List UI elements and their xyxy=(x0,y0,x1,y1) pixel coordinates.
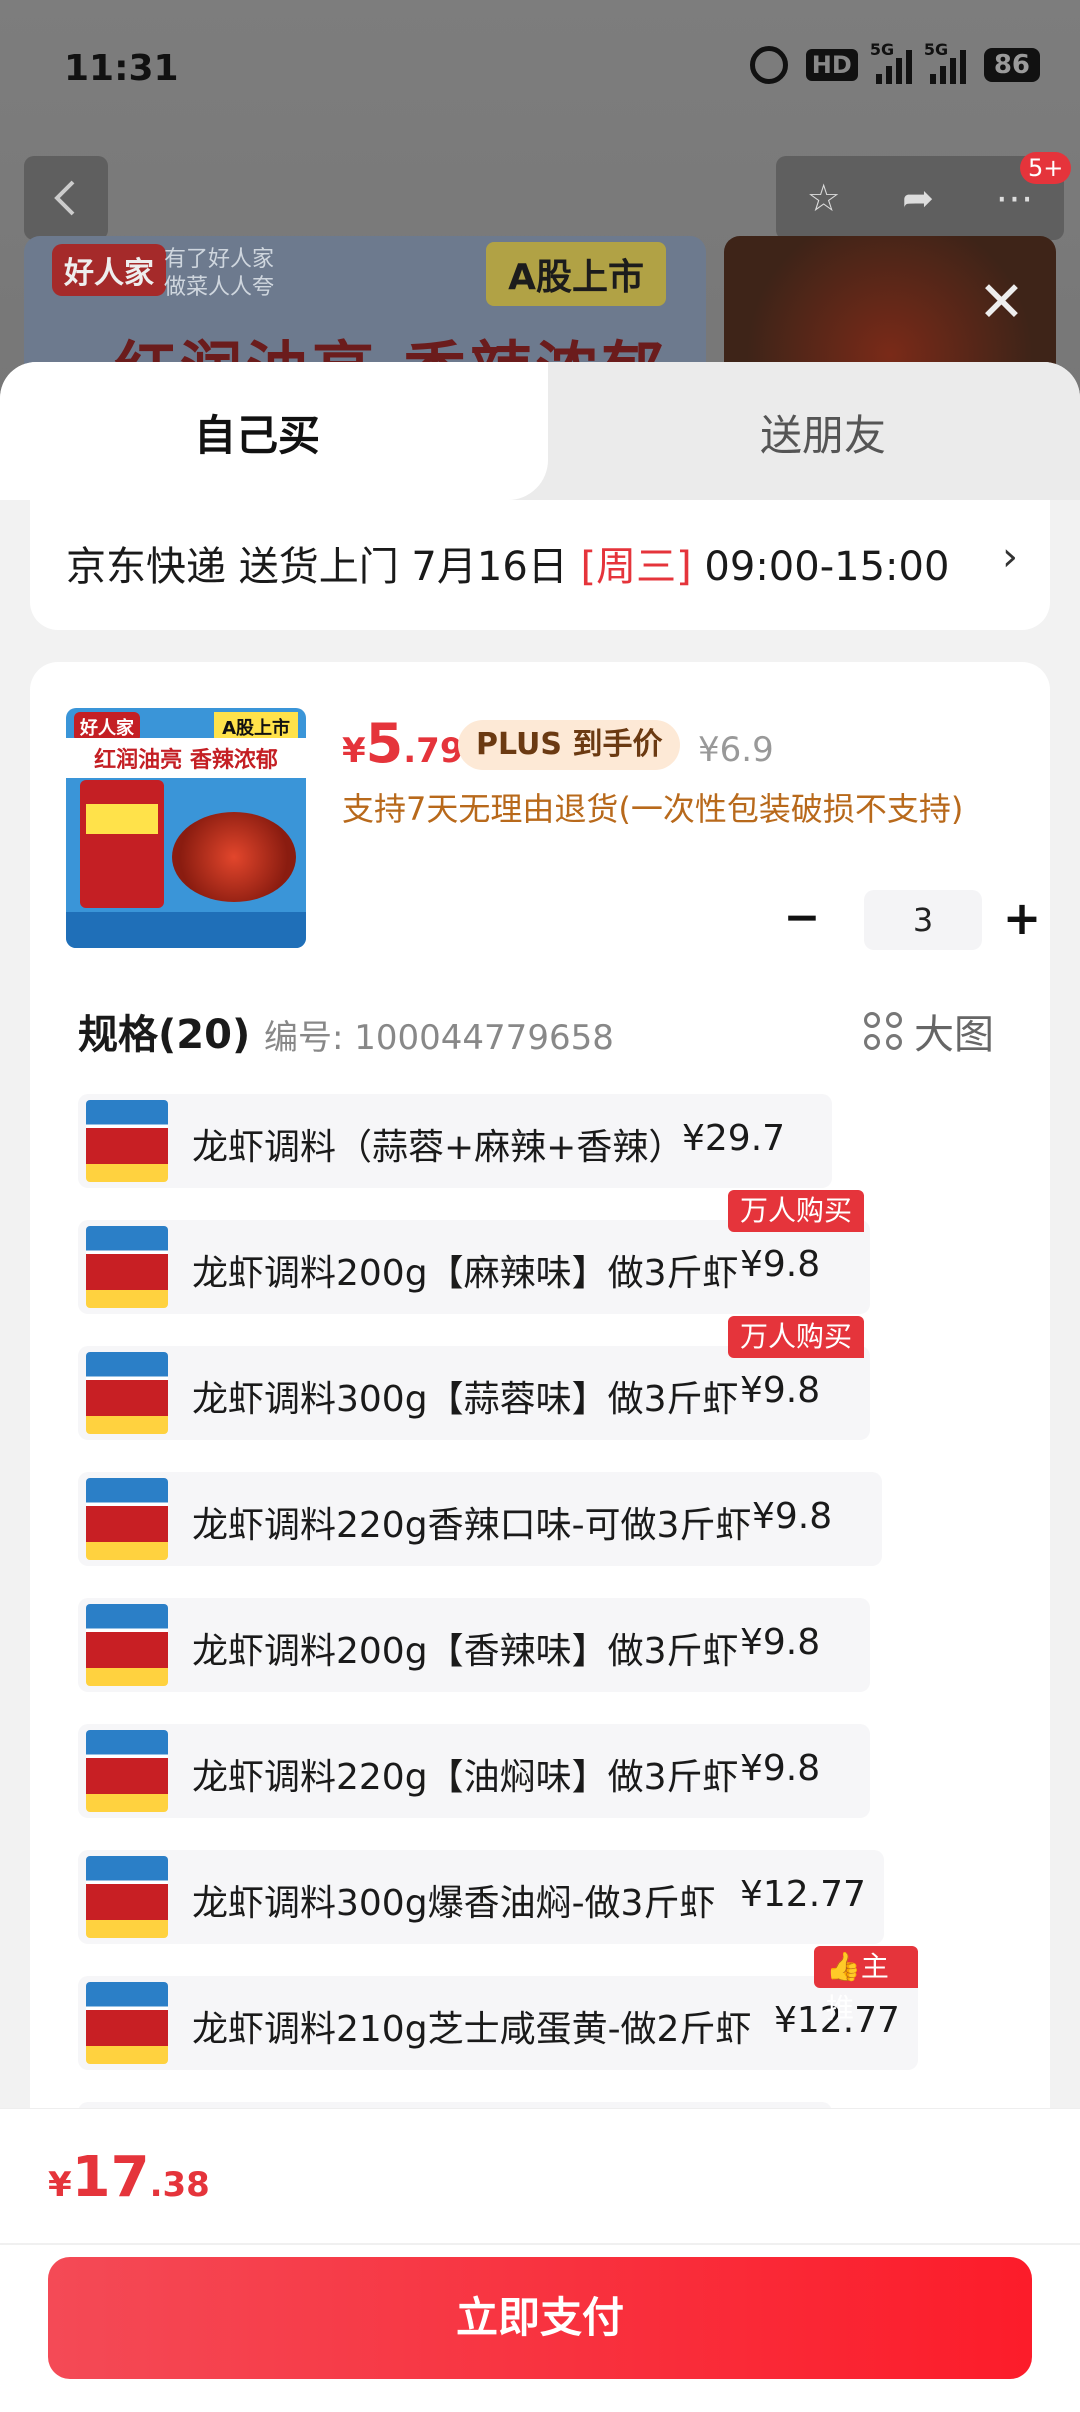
tab-self[interactable]: 自己买 xyxy=(0,362,548,500)
variant-option[interactable]: 龙虾调料（蒜蓉+麻辣+香辣） ¥29.7 xyxy=(78,1094,832,1188)
variant-option[interactable]: 龙虾调料200g【香辣味】做3斤虾 ¥9.8 xyxy=(78,1598,870,1692)
variant-option[interactable]: 龙虾调料220g【油焖味】做3斤虾 ¥9.8 xyxy=(78,1724,870,1818)
thumbs-up-icon: 👍 xyxy=(826,1950,861,1983)
signal-icon: 5G xyxy=(924,40,966,84)
back-icon xyxy=(54,180,75,216)
quantity-stepper: − 3 + xyxy=(772,890,1041,950)
total-price: ¥ 17 .38 xyxy=(48,2145,210,2210)
share-icon[interactable]: ➦ xyxy=(902,176,934,220)
tab-gift[interactable]: 送朋友 xyxy=(500,362,1080,500)
return-policy: 支持7天无理由退货(一次性包装破损不支持) xyxy=(342,790,964,828)
variant-thumbnail xyxy=(86,1352,168,1434)
variant-option[interactable]: 龙虾调料210g芝士咸蛋黄-做2斤虾 ¥12.77 👍主推 xyxy=(78,1946,918,2070)
variant-label: 龙虾调料210g芝士咸蛋黄-做2斤虾 xyxy=(192,2009,752,2050)
grid-view-icon xyxy=(864,1012,902,1050)
variant-label: 龙虾调料300g【蒜蓉味】做3斤虾 xyxy=(192,1379,739,1420)
tab-self-label: 自己买 xyxy=(194,411,321,460)
quantity-input[interactable]: 3 xyxy=(864,890,982,950)
variant-price: ¥9.8 xyxy=(740,1748,821,1789)
variant-price: ¥9.8 xyxy=(740,1622,821,1663)
variant-thumbnail xyxy=(86,1100,168,1182)
recommended-badge: 👍主推 xyxy=(814,1946,918,2025)
variant-thumbnail xyxy=(86,1856,168,1938)
status-time: 11:31 xyxy=(64,48,179,89)
variant-thumbnail xyxy=(86,1604,168,1686)
status-bar: 11:31 HD 5G 5G 86 xyxy=(0,0,1080,140)
divider xyxy=(0,2243,1080,2245)
ipo-label: A股上市 xyxy=(486,242,666,306)
delivery-info: 京东快递 送货上门 7月16日 [周三] 09:00-15:00 xyxy=(66,544,950,590)
status-icons: HD 5G 5G 86 xyxy=(749,40,1040,84)
popular-badge: 万人购买 xyxy=(728,1316,865,1358)
variant-thumbnail xyxy=(86,1478,168,1560)
variant-thumbnail xyxy=(86,1982,168,2064)
favorite-star-icon[interactable]: ☆ xyxy=(807,176,841,220)
variant-option[interactable]: 龙虾调料300g【蒜蓉味】做3斤虾 ¥9.8 万人购买 xyxy=(78,1316,870,1440)
product-price: ¥ 5 .79 xyxy=(342,712,464,775)
original-price: ¥6.9 xyxy=(698,730,774,770)
variant-label: 龙虾调料220g香辣口味-可做3斤虾 xyxy=(192,1505,752,1546)
sku-number: 编号: 100044779658 xyxy=(264,1018,614,1058)
variant-label: 龙虾调料（蒜蓉+麻辣+香辣） xyxy=(192,1127,685,1168)
large-view-button[interactable]: 大图 xyxy=(864,1002,994,1060)
variant-thumbnail xyxy=(86,1730,168,1812)
large-view-label: 大图 xyxy=(914,1012,994,1058)
battery-icon: 86 xyxy=(983,48,1040,82)
variant-label: 龙虾调料300g爆香油焖-做3斤虾 xyxy=(192,1883,716,1924)
variant-label: 龙虾调料220g【油焖味】做3斤虾 xyxy=(192,1757,739,1798)
brand-logo: 好人家 xyxy=(52,244,166,296)
checkout-bar: ¥ 17 .38 立即支付 xyxy=(0,2108,1080,2412)
variant-label: 龙虾调料200g【香辣味】做3斤虾 xyxy=(192,1631,739,1672)
variant-price: ¥9.8 xyxy=(740,1244,821,1285)
delivery-weekday: [周三] xyxy=(580,544,692,590)
variant-option[interactable]: 龙虾调料220g香辣口味-可做3斤虾 ¥9.8 xyxy=(78,1472,882,1566)
more-icon[interactable]: ⋯ xyxy=(995,176,1033,220)
hd-icon: HD xyxy=(805,49,858,81)
chevron-right-icon: › xyxy=(1002,534,1018,580)
back-button[interactable] xyxy=(24,156,108,240)
variant-price: ¥12.77 xyxy=(740,1874,866,1915)
tab-gift-label: 送朋友 xyxy=(760,411,887,460)
pay-now-button[interactable]: 立即支付 xyxy=(48,2257,1032,2379)
popular-badge: 万人购买 xyxy=(728,1190,865,1232)
product-image[interactable]: 好人家 A股上市 红润油亮 香辣浓郁 xyxy=(66,708,306,948)
delivery-selector[interactable]: 京东快递 送货上门 7月16日 [周三] 09:00-15:00 › xyxy=(30,500,1050,630)
spec-title: 规格(20) xyxy=(78,1012,251,1058)
signal-icon: 5G xyxy=(870,40,912,84)
close-icon[interactable]: ✕ xyxy=(978,270,1025,335)
minus-icon[interactable]: − xyxy=(772,890,832,950)
alarm-icon xyxy=(749,46,788,84)
variant-price: ¥29.7 xyxy=(682,1118,786,1159)
cart-badge: 5+ xyxy=(1020,152,1072,184)
variant-thumbnail xyxy=(86,1226,168,1308)
purchase-sheet: 送朋友 自己买 京东快递 送货上门 7月16日 [周三] 09:00-15:00… xyxy=(0,362,1080,2412)
variant-option[interactable]: 龙虾调料200g【麻辣味】做3斤虾 ¥9.8 万人购买 xyxy=(78,1190,870,1314)
variant-price: ¥9.8 xyxy=(740,1370,821,1411)
variant-option[interactable]: 龙虾调料300g爆香油焖-做3斤虾 ¥12.77 xyxy=(78,1850,884,1944)
banner-tagline: 有了好人家 做菜人人夸 xyxy=(164,247,275,300)
product-image-slogan: 红润油亮 香辣浓郁 xyxy=(66,738,306,778)
plus-price-tag: PLUS 到手价 xyxy=(458,720,681,770)
variant-price: ¥9.8 xyxy=(752,1496,833,1537)
variant-label: 龙虾调料200g【麻辣味】做3斤虾 xyxy=(192,1253,739,1294)
plus-icon[interactable]: + xyxy=(992,890,1050,950)
